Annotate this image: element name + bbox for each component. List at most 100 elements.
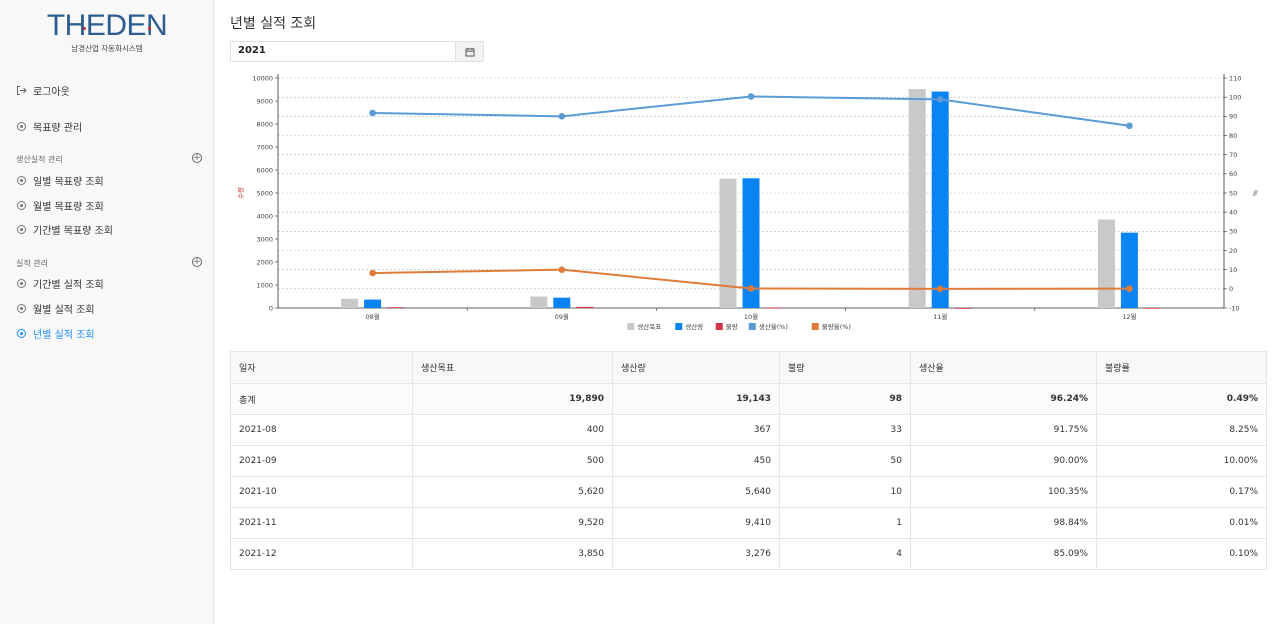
circle-dot-icon — [16, 303, 27, 314]
y-tick-label-left: 6000 — [256, 166, 273, 174]
y-tick-label-left: 8000 — [256, 120, 273, 128]
series-point-0 — [558, 113, 566, 120]
plus-icon[interactable]: + — [192, 257, 202, 267]
sidebar-item-label: 월별 목표량 조회 — [33, 202, 104, 213]
bar-2 — [765, 307, 783, 309]
sidebar-item-daily-target[interactable]: 일별 목표량 조회 — [16, 173, 104, 188]
y-tick-label-right: 60 — [1229, 170, 1237, 178]
table-cell: 85.09% — [910, 538, 1097, 570]
table-cell: 50 — [779, 445, 911, 477]
table-cell: 91.75% — [910, 414, 1097, 446]
app-logo[interactable]: THEDEN 남경산업 자동화시스템 — [0, 10, 214, 54]
sidebar-item-yearly-result[interactable]: 년별 실적 조회 — [16, 326, 95, 341]
table-cell: 5,620 — [412, 476, 613, 508]
y-tick-label-left: 3000 — [256, 235, 273, 243]
year-input[interactable] — [238, 45, 453, 56]
plus-icon[interactable]: + — [192, 153, 202, 163]
year-picker[interactable] — [230, 41, 484, 62]
table-cell: 2021-11 — [230, 507, 413, 539]
table-row[interactable]: 2021-11 9,520 9,410 1 98.84% 0.01% — [230, 507, 1267, 539]
bar-1 — [931, 91, 949, 308]
y-tick-label-right: 10 — [1229, 266, 1237, 274]
calendar-icon — [465, 47, 474, 56]
y-tick-label-right: 80 — [1229, 132, 1237, 140]
bar-2 — [576, 306, 594, 308]
table-cell: 0.10% — [1096, 538, 1267, 570]
series-point-1 — [1126, 285, 1133, 292]
y-tick-label-right: 20 — [1229, 247, 1237, 255]
legend-swatch — [811, 323, 819, 330]
y-tick-label-left: 2000 — [256, 258, 273, 266]
col-header-output[interactable]: 생산량 — [612, 351, 780, 384]
legend-label: 불량 — [726, 322, 738, 331]
results-table: 일자 생산목표 생산량 불량 생산율 불량률 총계 19,890 19,143 … — [230, 351, 1267, 570]
y-tick-label-right: 70 — [1229, 151, 1237, 159]
table-cell: 9,410 — [612, 507, 780, 539]
col-header-defect-rate[interactable]: 불량률 — [1096, 351, 1267, 384]
legend-swatch — [675, 323, 683, 330]
col-header-target[interactable]: 생산목표 — [412, 351, 613, 384]
col-header-rate[interactable]: 생산율 — [910, 351, 1097, 384]
sidebar-item-label: 기간별 실적 조회 — [33, 280, 104, 291]
logout-link[interactable]: 로그아웃 — [16, 83, 70, 98]
y-tick-label-left: 7000 — [256, 143, 273, 151]
circle-dot-icon — [16, 278, 27, 289]
bar-0 — [530, 296, 548, 308]
sidebar-item-label: 월별 실적 조회 — [33, 305, 95, 316]
series-point-1 — [369, 269, 376, 277]
y-tick-label-right: 30 — [1229, 228, 1237, 236]
series-point-0 — [747, 93, 755, 100]
table-cell: 19,143 — [612, 383, 780, 415]
y-tick-label-left: 0 — [269, 304, 273, 312]
bar-2 — [954, 307, 972, 309]
sidebar-item-monthly-target[interactable]: 월별 목표량 조회 — [16, 198, 104, 213]
table-cell: 1 — [779, 507, 911, 539]
logo-accent-dot — [147, 27, 151, 30]
logout-label: 로그아웃 — [33, 87, 70, 98]
y-tick-label-right: 50 — [1229, 189, 1237, 197]
y-tick-label-left: 1000 — [256, 281, 273, 289]
table-row[interactable]: 2021-12 3,850 3,276 4 85.09% 0.10% — [230, 538, 1267, 570]
table-cell: 96.24% — [910, 383, 1097, 415]
y-tick-label-right: 110 — [1229, 74, 1241, 82]
col-header-date[interactable]: 일자 — [230, 351, 413, 384]
table-cell: 2021-09 — [230, 445, 413, 477]
table-cell: 500 — [412, 445, 613, 477]
sidebar-item-monthly-result[interactable]: 월별 실적 조회 — [16, 301, 95, 316]
series-point-1 — [747, 285, 755, 292]
table-cell: 450 — [612, 445, 780, 477]
table-cell: 3,850 — [412, 538, 613, 570]
chart-svg: 0100020003000400050006000700080009000100… — [237, 74, 1259, 331]
table-cell: 5,640 — [612, 476, 780, 508]
table-cell: 367 — [612, 414, 780, 446]
table-cell: 4 — [779, 538, 911, 570]
table-cell: 98 — [779, 383, 911, 415]
table-row[interactable]: 2021-09 500 450 50 90.00% 10.00% — [230, 445, 1267, 477]
legend-swatch — [627, 323, 635, 330]
sidebar: THEDEN 남경산업 자동화시스템 로그아웃 목표량 관리 생산실적 관리 +… — [0, 0, 214, 624]
y-axis-label-left: 수량 — [237, 187, 245, 199]
calendar-button[interactable] — [455, 42, 483, 61]
y-tick-label-right: 100 — [1229, 93, 1241, 101]
table-row[interactable]: 2021-10 5,620 5,640 10 100.35% 0.17% — [230, 476, 1267, 508]
y-tick-label-right: -10 — [1229, 304, 1240, 312]
bar-0 — [341, 298, 359, 308]
table-row[interactable]: 2021-08 400 367 33 91.75% 8.25% — [230, 414, 1267, 446]
bar-0 — [908, 89, 926, 308]
series-point-0 — [1126, 122, 1133, 130]
logo-subtitle: 남경산업 자동화시스템 — [71, 44, 143, 53]
legend-swatch — [748, 323, 756, 330]
series-line-0 — [372, 95, 1130, 127]
x-tick-label: 09월 — [555, 312, 569, 321]
circle-dot-icon — [16, 328, 27, 339]
series-point-1 — [936, 285, 944, 293]
table-cell: 2021-12 — [230, 538, 413, 570]
sidebar-item-period-result[interactable]: 기간별 실적 조회 — [16, 276, 104, 291]
x-tick-label: 08월 — [365, 312, 379, 321]
series-point-0 — [369, 109, 376, 117]
sidebar-item-period-target[interactable]: 기간별 목표량 조회 — [16, 222, 113, 237]
col-header-defect[interactable]: 불량 — [779, 351, 911, 384]
table-total-row: 총계 19,890 19,143 98 96.24% 0.49% — [230, 383, 1267, 415]
sidebar-item-label: 목표량 관리 — [33, 123, 83, 134]
sidebar-item-target-mgmt[interactable]: 목표량 관리 — [16, 119, 82, 134]
